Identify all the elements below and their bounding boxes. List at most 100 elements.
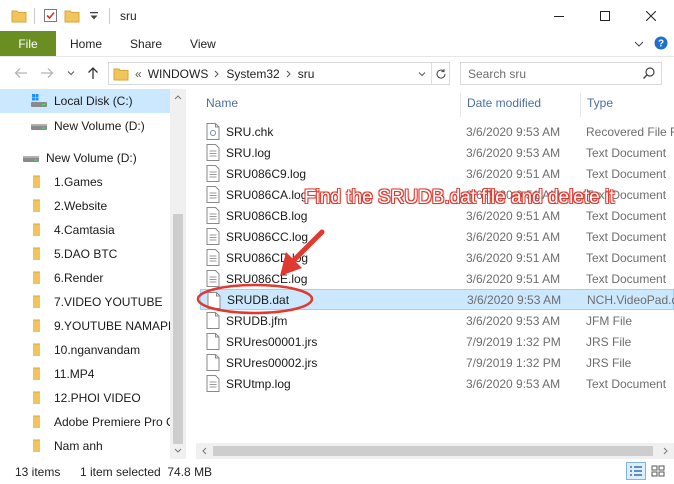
nav-item-folder[interactable]: 9.YOUTUBE NAMAPK bbox=[0, 314, 170, 338]
file-row[interactable]: SRU.chk 3/6/2020 9:53 AM Recovered File … bbox=[200, 121, 674, 142]
maximize-icon bbox=[600, 10, 610, 21]
file-row[interactable]: SRUres00002.jrs 7/9/2019 1:32 PM JRS Fil… bbox=[200, 352, 674, 373]
nav-item-folder[interactable]: 2.Website bbox=[0, 194, 170, 218]
search-box[interactable]: Search sru bbox=[460, 62, 662, 85]
nav-item-folder[interactable]: 12.PHOI VIDEO bbox=[0, 386, 170, 410]
nav-item-folder[interactable]: 1.Games bbox=[0, 170, 170, 194]
scroll-up-icon[interactable] bbox=[170, 89, 186, 105]
file-row[interactable]: SRUDB.jfm 3/6/2020 9:53 AM JFM File bbox=[200, 310, 674, 331]
nav-item-local-disk-c[interactable]: Local Disk (C:) bbox=[0, 89, 170, 113]
scroll-down-icon[interactable] bbox=[170, 443, 186, 459]
toolbar-divider bbox=[109, 7, 110, 24]
file-type: Text Document bbox=[586, 250, 667, 265]
file-date: 3/6/2020 9:53 AM bbox=[466, 376, 561, 391]
window-folder-icon[interactable] bbox=[8, 5, 30, 27]
up-button[interactable] bbox=[84, 64, 102, 82]
nav-item-folder[interactable]: 11.MP4 bbox=[0, 362, 170, 386]
file-date: 3/6/2020 9:51 AM bbox=[466, 250, 561, 265]
file-date: 3/6/2020 9:53 AM bbox=[467, 292, 562, 307]
tab-share[interactable]: Share bbox=[116, 31, 176, 56]
file-row[interactable]: SRUtmp.log 3/6/2020 9:53 AM Text Documen… bbox=[200, 373, 674, 394]
new-folder-icon[interactable] bbox=[61, 5, 83, 27]
breadcrumb-windows[interactable]: WINDOWS bbox=[148, 67, 209, 81]
scroll-right-icon[interactable] bbox=[658, 443, 674, 459]
maximize-button[interactable] bbox=[582, 0, 628, 31]
breadcrumb-separator-icon[interactable] bbox=[286, 70, 292, 78]
file-row[interactable]: SRU086CD.log 3/6/2020 9:51 AM Text Docum… bbox=[200, 247, 674, 268]
breadcrumb-separator-icon[interactable] bbox=[214, 70, 220, 78]
address-history-button[interactable] bbox=[413, 63, 431, 84]
view-switcher bbox=[626, 462, 668, 480]
back-button[interactable] bbox=[12, 64, 30, 82]
nav-item-folder[interactable]: 6.Render bbox=[0, 266, 170, 290]
large-icons-view-button[interactable] bbox=[648, 462, 668, 480]
file-name: SRU086CE.log bbox=[226, 271, 308, 286]
file-row[interactable]: SRU086CE.log 3/6/2020 9:51 AM Text Docum… bbox=[200, 268, 674, 289]
file-row[interactable]: SRU086CB.log 3/6/2020 9:51 AM Text Docum… bbox=[200, 205, 674, 226]
column-divider[interactable] bbox=[580, 93, 581, 117]
file-row[interactable]: SRUres00001.jrs 7/9/2019 1:32 PM JRS Fil… bbox=[200, 331, 674, 352]
nav-item-folder[interactable]: Adobe Premiere Pro C bbox=[0, 410, 170, 434]
column-header-date[interactable]: Date modified bbox=[467, 89, 541, 117]
nav-item-new-volume-d-network[interactable]: New Volume (D:) bbox=[0, 146, 170, 170]
tab-file[interactable]: File bbox=[0, 31, 56, 56]
file-type: Text Document bbox=[586, 271, 667, 286]
drive-icon bbox=[30, 118, 48, 134]
breadcrumb-overflow[interactable]: « bbox=[135, 67, 142, 81]
address-folder-icon bbox=[113, 67, 129, 81]
scroll-left-icon[interactable] bbox=[196, 443, 212, 459]
file-name: SRU086CC.log bbox=[226, 229, 309, 244]
folder-icon bbox=[30, 342, 48, 358]
search-input[interactable]: Search sru bbox=[468, 67, 526, 81]
file-name: SRUDB.dat bbox=[227, 292, 290, 307]
column-header-name[interactable]: Name bbox=[206, 89, 238, 117]
file-row[interactable]: SRU.log 3/6/2020 9:53 AM Text Document bbox=[200, 142, 674, 163]
recent-locations-button[interactable] bbox=[62, 64, 80, 82]
file-row-selected[interactable]: SRUDB.dat 3/6/2020 9:53 AM NCH.VideoPad.… bbox=[200, 289, 674, 310]
chevron-down-icon bbox=[418, 71, 426, 76]
help-icon[interactable]: ? bbox=[654, 36, 668, 53]
breadcrumb-system32[interactable]: System32 bbox=[226, 67, 279, 81]
nav-item-folder[interactable]: 4.Camtasia bbox=[0, 218, 170, 242]
up-arrow-icon bbox=[88, 67, 98, 79]
nav-item-label: New Volume (D:) bbox=[54, 119, 145, 133]
nav-item-new-volume-d[interactable]: New Volume (D:) bbox=[0, 114, 170, 138]
search-icon[interactable] bbox=[642, 66, 656, 83]
nav-item-folder[interactable]: 10.nganvandam bbox=[0, 338, 170, 362]
nav-pane-scrollbar[interactable] bbox=[170, 89, 186, 459]
nav-item-folder[interactable]: 5.DAO BTC bbox=[0, 242, 170, 266]
close-button[interactable] bbox=[628, 0, 674, 31]
column-header-type[interactable]: Type bbox=[587, 89, 613, 117]
refresh-button[interactable] bbox=[431, 63, 449, 84]
ribbon-tabs: File Home Share View ? bbox=[0, 31, 674, 57]
file-name: SRU.chk bbox=[226, 124, 274, 139]
column-divider[interactable] bbox=[460, 93, 461, 117]
scrollbar-thumb[interactable] bbox=[173, 214, 183, 444]
customize-toolbar-icon[interactable] bbox=[83, 5, 105, 27]
forward-button[interactable] bbox=[38, 64, 56, 82]
file-row[interactable]: SRU086C9.log 3/6/2020 9:51 AM Text Docum… bbox=[200, 163, 674, 184]
scrollbar-thumb[interactable] bbox=[213, 446, 653, 456]
folder-icon bbox=[30, 174, 48, 190]
tab-home[interactable]: Home bbox=[56, 31, 116, 56]
file-list-horizontal-scrollbar[interactable] bbox=[196, 443, 674, 459]
tab-view[interactable]: View bbox=[176, 31, 230, 56]
text-file-icon bbox=[206, 186, 220, 203]
minimize-button[interactable] bbox=[536, 0, 582, 31]
properties-icon[interactable] bbox=[39, 5, 61, 27]
expand-ribbon-icon[interactable] bbox=[634, 37, 644, 51]
nav-item-folder[interactable]: Nam anh bbox=[0, 434, 170, 458]
file-name: SRU086C9.log bbox=[226, 166, 307, 181]
details-view-icon bbox=[630, 466, 642, 476]
nav-item-label: 9.YOUTUBE NAMAPK bbox=[54, 319, 170, 333]
refresh-icon bbox=[436, 68, 446, 79]
title-bar: sru bbox=[0, 0, 674, 31]
details-view-button[interactable] bbox=[626, 462, 646, 480]
toolbar-divider bbox=[34, 7, 35, 24]
nav-item-folder[interactable]: 7.VIDEO YOUTUBE bbox=[0, 290, 170, 314]
blank-file-icon bbox=[206, 312, 220, 329]
file-row[interactable]: SRU086CA.log 3/6/2020 9:51 AM Text Docum… bbox=[200, 184, 674, 205]
file-row[interactable]: SRU086CC.log 3/6/2020 9:51 AM Text Docum… bbox=[200, 226, 674, 247]
breadcrumb-sru[interactable]: sru bbox=[298, 67, 315, 81]
address-bar[interactable]: « WINDOWS System32 sru bbox=[108, 62, 450, 85]
